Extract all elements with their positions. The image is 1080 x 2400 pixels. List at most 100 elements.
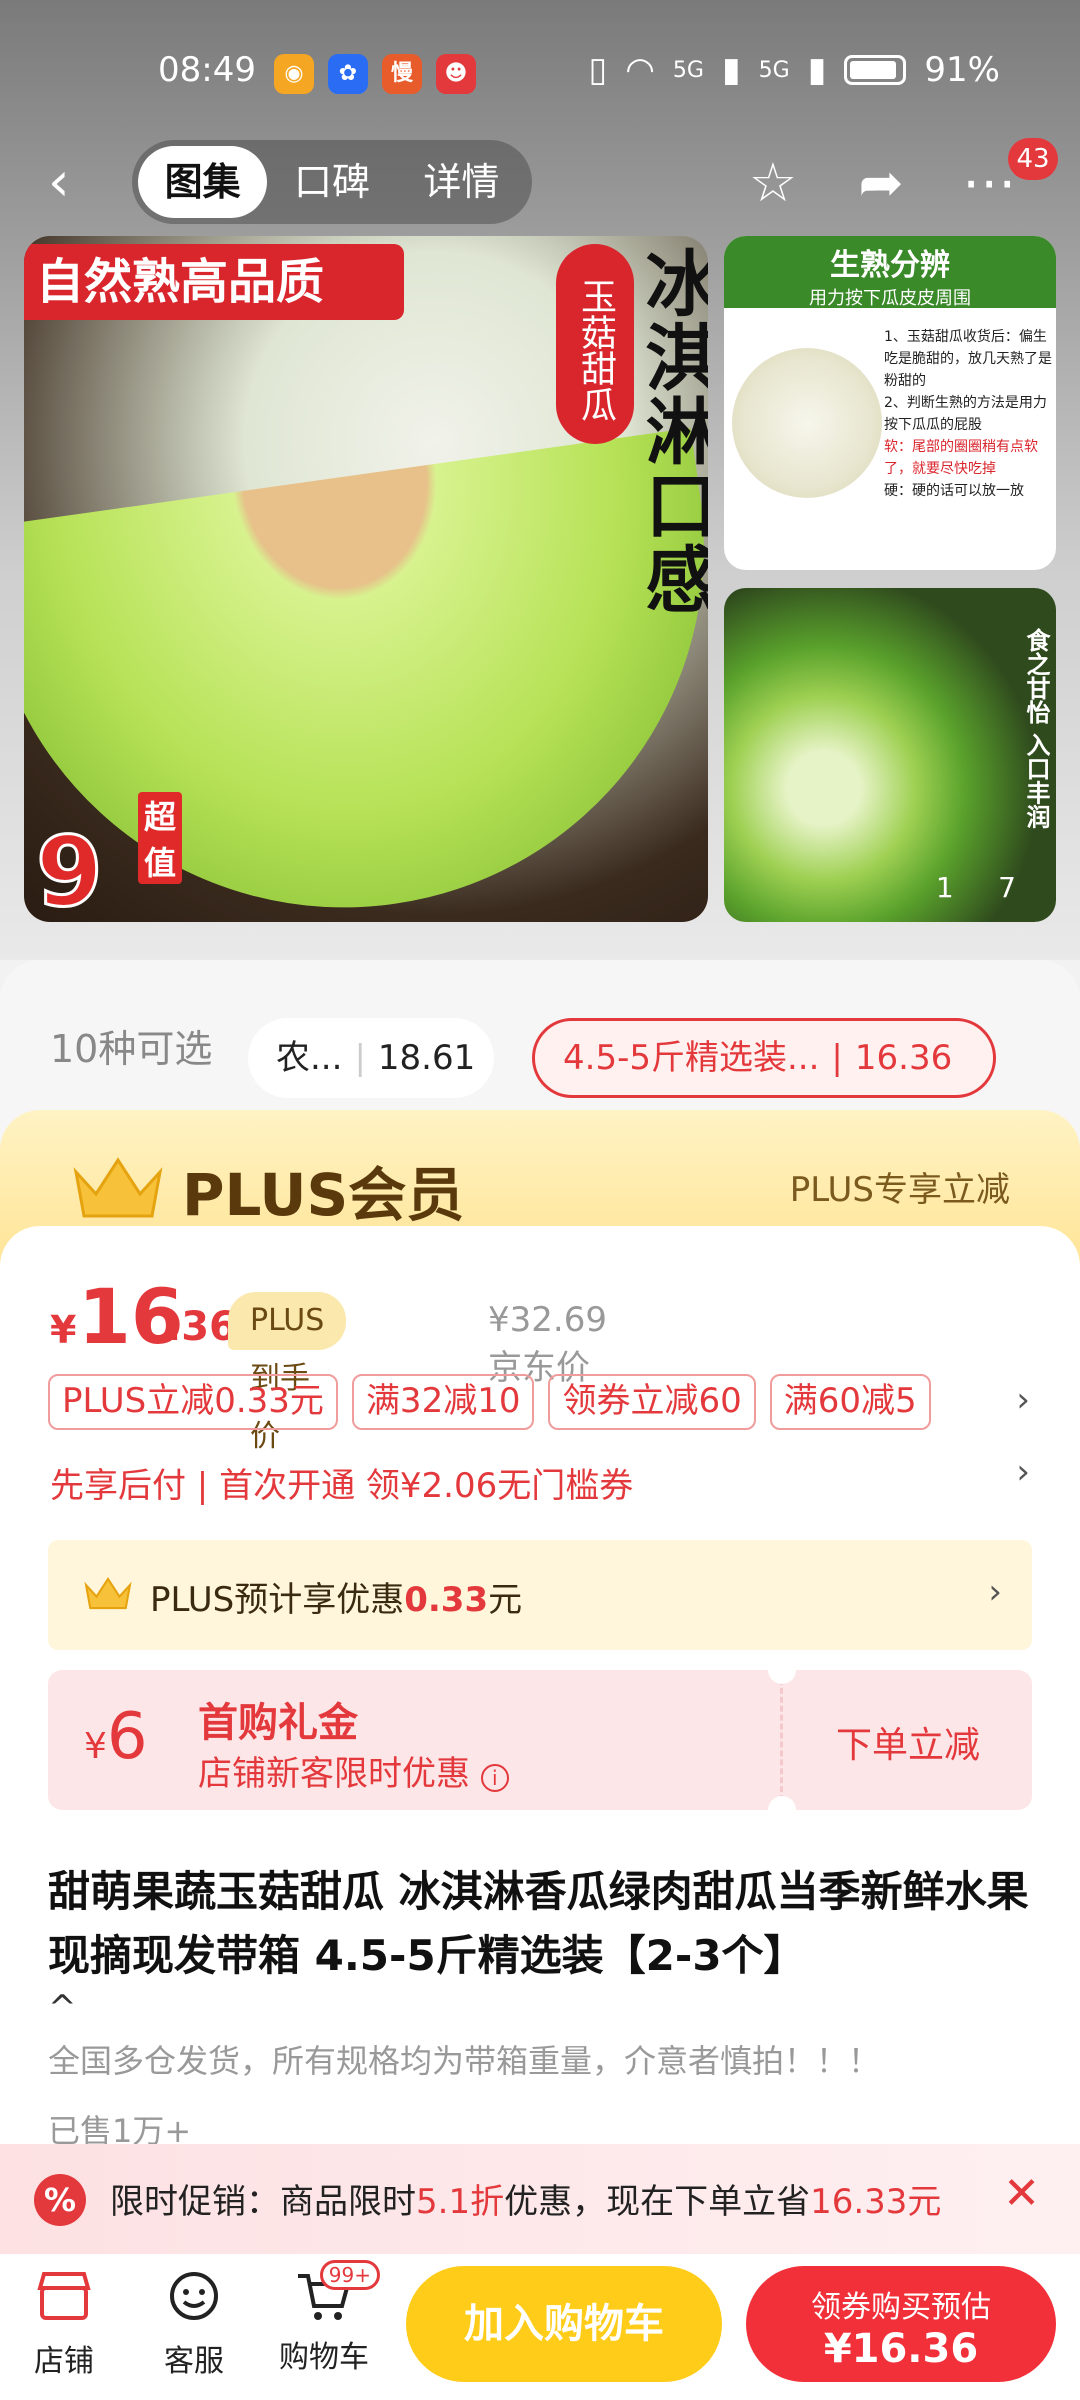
coupon-desc-text: 店铺新客限时优惠: [198, 1754, 470, 1794]
buy-line-2: ¥16.36: [823, 2326, 979, 2372]
close-icon[interactable]: ✕: [1003, 2168, 1040, 2219]
share-icon[interactable]: ➦: [846, 148, 916, 218]
crown-icon: [84, 1576, 132, 1610]
price-yen: ¥: [50, 1308, 77, 1352]
app-notification-icon: 慢: [382, 54, 422, 94]
promo-chevron-icon[interactable]: ›: [1016, 1380, 1030, 1420]
product-subtitle: 全国多仓发货，所有规格均为带箱重量，介意者慎拍！！！: [48, 2042, 881, 2080]
plus-subtitle: PLUS专享立减: [789, 1170, 1010, 1210]
message-badge: 43: [1008, 138, 1058, 180]
plus-estimate-suffix: 元: [488, 1580, 523, 1620]
pager-current: 1: [935, 871, 954, 904]
top-nav: ‹ 图集 口碑 详情 ☆ ➦ ⋯ 43: [0, 138, 1080, 228]
baidu-notification-icon: ✿: [328, 54, 368, 94]
main-product-image[interactable]: 自然熟高品质 玉菇甜瓜 冰淇淋口感 超值 9斤: [24, 236, 708, 922]
wifi-icon: ◠: [625, 50, 655, 90]
signal-icon-2: ▮: [807, 50, 827, 90]
flash-discount: 5.1折: [416, 2182, 505, 2222]
flash-sale-banner[interactable]: % 限时促销：商品限时5.1折优惠，现在下单立省16.33元 ✕: [0, 2144, 1080, 2254]
promo-tag: PLUS立减0.33元: [48, 1374, 338, 1430]
promo-tag: 满32减10: [351, 1374, 535, 1430]
spec-option-2-price: 16.36: [854, 1038, 953, 1078]
cart-button[interactable]: 99+ 购物车: [274, 2260, 380, 2376]
spec-option-1-name: 农...: [276, 1038, 343, 1078]
coupon-amount: ¥6: [84, 1700, 148, 1774]
ripeness-guide-image[interactable]: 生熟分辨 用力按下瓜皮皮周围 1、玉菇甜瓜收货后：偏生吃是脆甜的，放几天熟了是粉…: [724, 236, 1056, 570]
discount-icon: %: [34, 2174, 86, 2226]
weight-big: 9斤: [35, 815, 105, 923]
network-5g-2: 5G: [758, 57, 790, 83]
tab-gallery[interactable]: 图集: [138, 146, 268, 218]
battery-icon: [844, 55, 907, 85]
tab-bar: 图集 口碑 详情: [132, 140, 532, 224]
coupon-yen: ¥: [84, 1726, 107, 1767]
tip-2: 2、判断生熟的方法是用力按下瓜瓜的屁股: [884, 395, 1047, 433]
spec-option-1[interactable]: 农... | 18.61: [248, 1018, 494, 1098]
tip-4: 硬：硬的话可以放一放: [884, 483, 1024, 499]
ripeness-guide-header: 生熟分辨 用力按下瓜皮皮周围: [724, 236, 1056, 309]
coupon-notch: [768, 1670, 796, 1684]
store-label: 店铺: [34, 2344, 94, 2379]
pay-later-row[interactable]: 先享后付 | 首次开通 领¥2.06无门槛券: [50, 1458, 633, 1507]
plus-estimate-row[interactable]: PLUS预计享优惠0.33元 ›: [48, 1540, 1032, 1650]
network-5g-1: 5G: [672, 57, 704, 83]
collapse-caret-icon[interactable]: ^: [48, 1988, 77, 2028]
promo-tags[interactable]: PLUS立减0.33元 满32减10 领券立减60 满60减5: [48, 1374, 931, 1430]
spec-option-2-name: 4.5-5斤精选装...: [563, 1038, 820, 1078]
promo-tag: 领券立减60: [548, 1374, 756, 1430]
buy-line-1: 领券购买预估: [811, 2290, 991, 2325]
vibrate-icon: ▯: [588, 50, 608, 90]
price-decimal: .36: [166, 1304, 237, 1350]
plus-estimate-prefix: PLUS预计享优惠: [150, 1580, 405, 1620]
coupon-cta-button[interactable]: 下单立减: [808, 1716, 1008, 1768]
tab-reviews[interactable]: 口碑: [267, 146, 396, 218]
tab-details[interactable]: 详情: [397, 146, 526, 218]
cart-icon-wrap: 99+: [294, 2260, 380, 2324]
melon-halves-image[interactable]: 食之甘怡 入口丰润 1 7: [724, 588, 1056, 922]
cart-badge: 99+: [319, 2260, 380, 2290]
coupon-divider: [780, 1670, 783, 1810]
coupon-value: 6: [106, 1700, 148, 1774]
ripeness-guide-title: 生熟分辨: [830, 248, 950, 283]
pager-total: 7: [998, 871, 1016, 904]
buy-now-button[interactable]: 领券购买预估 ¥16.36: [746, 2266, 1056, 2382]
promo-tag: 满60减5: [769, 1374, 931, 1430]
spec-count-label[interactable]: 10种可选: [50, 1018, 212, 1073]
paylater-chevron-icon[interactable]: ›: [1016, 1452, 1030, 1492]
flash-saving: 16.33元: [810, 2182, 942, 2222]
cart-label: 购物车: [279, 2340, 369, 2375]
whole-melon-graphic: [732, 348, 882, 498]
plus-estimate-chevron-icon: ›: [988, 1572, 1002, 1612]
store-button[interactable]: 店铺: [14, 2268, 114, 2380]
plus-price-tag: PLUS到手价: [228, 1292, 347, 1454]
info-icon[interactable]: i: [480, 1764, 509, 1792]
status-bar: 08:49 ◉ ✿ 慢 ☻ ▯ ◠ 5G ▮ 5G ▮ 91%: [0, 40, 1080, 104]
image-pager: 1 7: [936, 871, 1016, 904]
coupon-desc: 店铺新客限时优惠 i: [198, 1746, 509, 1795]
side-slogan: 食之甘怡 入口丰润: [1022, 628, 1050, 829]
star-icon[interactable]: ☆: [738, 148, 808, 218]
weight-small: 超值: [138, 792, 183, 884]
texture-slogan: 冰淇淋口感: [633, 246, 708, 616]
ripeness-tips: 1、玉菇甜瓜收货后：偏生吃是脆甜的，放几天熟了是粉甜的 2、判断生熟的方法是用力…: [884, 326, 1054, 502]
tip-3: 软：尾部的圈圈稍有点软了，就要尽快吃掉: [884, 439, 1038, 477]
coupon-notch: [768, 1796, 796, 1810]
variety-tag: 玉菇甜瓜: [556, 244, 634, 444]
back-icon[interactable]: ‹: [48, 152, 108, 212]
first-purchase-coupon[interactable]: ¥6 首购礼金 店铺新客限时优惠 i 下单立减: [48, 1670, 1032, 1810]
main-banner-text: 自然熟高品质: [24, 244, 404, 320]
status-time: 08:49: [158, 50, 256, 90]
jd-notification-icon: ☻: [436, 54, 476, 94]
service-label: 客服: [164, 2344, 224, 2379]
coupon-title: 首购礼金: [198, 1700, 358, 1746]
status-right: ▯ ◠ 5G ▮ 5G ▮ 91%: [589, 50, 1001, 90]
plus-estimate-text: PLUS预计享优惠0.33元: [150, 1572, 522, 1621]
add-to-cart-button[interactable]: 加入购物车: [406, 2266, 722, 2382]
plus-title: PLUS会员: [182, 1161, 465, 1229]
service-button[interactable]: 客服: [144, 2268, 244, 2380]
battery-percent: 91%: [924, 50, 1000, 90]
spec-option-selected[interactable]: 4.5-5斤精选装... | 16.36: [532, 1018, 996, 1098]
tip-1: 1、玉菇甜瓜收货后：偏生吃是脆甜的，放几天熟了是粉甜的: [884, 329, 1052, 389]
weibo-notification-icon: ◉: [274, 54, 314, 94]
customer-service-icon: [170, 2272, 218, 2320]
